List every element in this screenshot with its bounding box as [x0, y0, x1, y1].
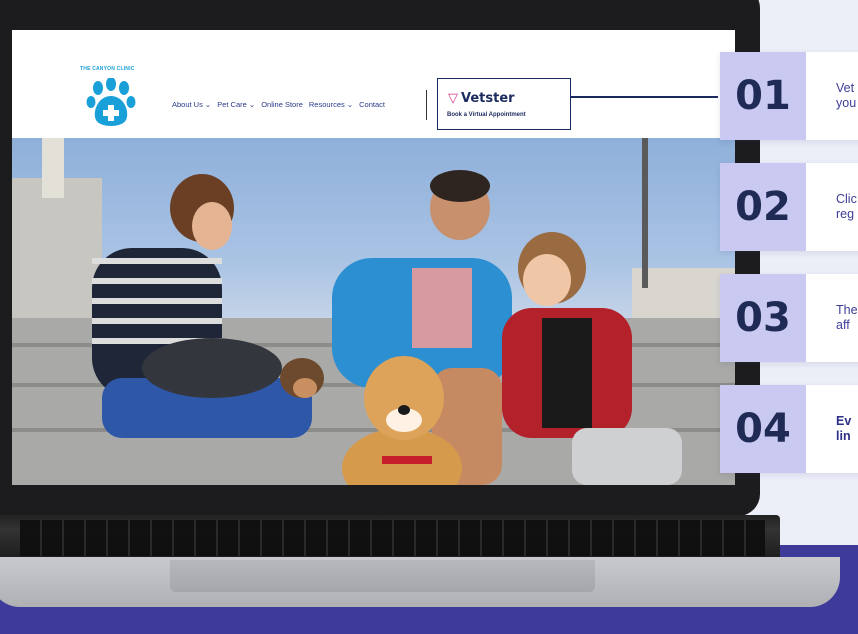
vetster-logo-text: Vetster: [461, 91, 515, 106]
laptop-trackpad: [170, 560, 595, 592]
step-text-line: reg: [836, 207, 855, 221]
step-number: 01: [720, 52, 806, 140]
nav-contact[interactable]: Contact: [359, 100, 385, 109]
hero-photo: [12, 138, 735, 485]
step-card-02: 02 Clic reg: [720, 163, 858, 251]
vetster-logo: ▽ Vetster: [448, 91, 515, 106]
step-text-line: Ev: [836, 414, 852, 428]
laptop-keyboard: [20, 520, 765, 556]
step-text: Vet you: [836, 52, 856, 140]
step-text-line: Clic: [836, 192, 857, 206]
vetster-button[interactable]: ▽ Vetster Book a Virtual Appointment: [437, 78, 571, 130]
nav-pet-care[interactable]: Pet Care ⌄: [217, 100, 255, 109]
step-text-line: aff: [836, 318, 850, 332]
nav-resources[interactable]: Resources ⌄: [309, 100, 353, 109]
main-nav: About Us ⌄ Pet Care ⌄ Online Store Resou…: [172, 100, 385, 109]
vetster-v-icon: ▽: [448, 91, 458, 106]
step-text-line: lin: [836, 429, 851, 443]
step-text-line: The: [836, 303, 858, 317]
step-number: 04: [720, 385, 806, 473]
step-card-01: 01 Vet you: [720, 52, 858, 140]
clinic-name[interactable]: THE CANYON CLINIC: [80, 66, 135, 72]
hero-photo-illustration: [12, 138, 735, 485]
nav-divider: [426, 90, 427, 120]
step-text-line: you: [836, 96, 857, 110]
step-number: 03: [720, 274, 806, 362]
vetster-subtitle: Book a Virtual Appointment: [447, 112, 526, 118]
step-card-03: 03 The aff: [720, 274, 858, 362]
nav-online-store[interactable]: Online Store: [261, 100, 303, 109]
callout-connector: [570, 96, 718, 98]
step-text-line: Vet: [836, 81, 855, 95]
site-header: THE CANYON CLINIC About Us ⌄ Pet Care ⌄ …: [12, 30, 735, 138]
step-text: The aff: [836, 274, 858, 362]
paw-logo-icon[interactable]: [86, 78, 136, 130]
step-text: Clic reg: [836, 163, 857, 251]
nav-about-us[interactable]: About Us ⌄: [172, 100, 211, 109]
laptop-screen: THE CANYON CLINIC About Us ⌄ Pet Care ⌄ …: [12, 30, 735, 485]
step-text: Ev lin: [836, 385, 851, 473]
step-number: 02: [720, 163, 806, 251]
step-card-04: 04 Ev lin: [720, 385, 858, 473]
